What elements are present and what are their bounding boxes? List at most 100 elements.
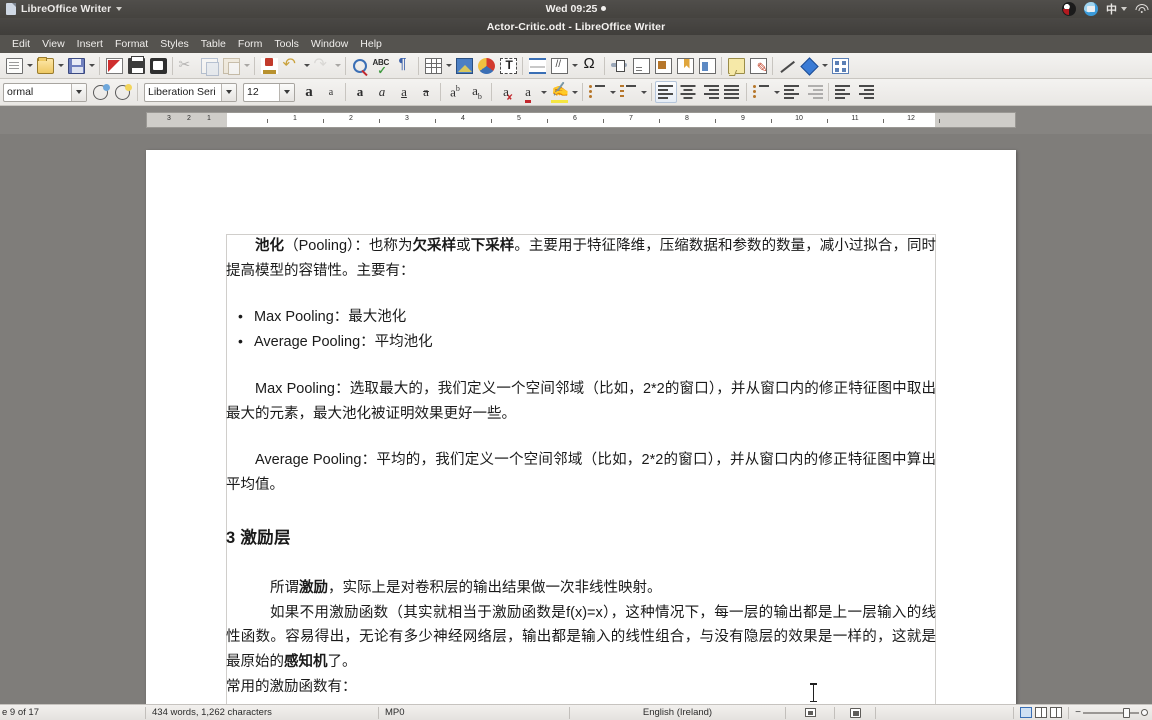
insert-hyperlink-button[interactable] <box>608 55 630 77</box>
insert-endnote-button[interactable] <box>652 55 674 77</box>
insert-footnote-button[interactable] <box>630 55 652 77</box>
multi-page-view-icon[interactable] <box>1035 707 1047 718</box>
undo-button[interactable] <box>280 54 302 77</box>
increase-indent-button[interactable] <box>832 81 854 103</box>
ordered-list-button[interactable] <box>617 81 639 103</box>
align-center-button[interactable] <box>677 81 699 103</box>
print-button[interactable] <box>125 55 147 77</box>
single-page-view-icon[interactable] <box>1020 707 1032 718</box>
new-document-button[interactable] <box>3 55 25 77</box>
insert-page-break-button[interactable] <box>526 55 548 77</box>
font-name-dropdown[interactable] <box>221 83 236 101</box>
highlight-color-button[interactable] <box>548 81 570 103</box>
insert-cross-reference-button[interactable] <box>696 55 718 77</box>
align-justified-button[interactable] <box>721 81 743 103</box>
menu-item-table[interactable]: Table <box>195 36 232 53</box>
selection-mode-status[interactable] <box>786 705 834 720</box>
paragraph-spacing-button[interactable] <box>781 81 803 103</box>
insert-bookmark-button[interactable] <box>674 55 696 77</box>
document-canvas[interactable]: 池化（Pooling）：也称为欠采样或下采样。主要用于特征降维，压缩数据和参数的… <box>0 134 1152 704</box>
track-changes-button[interactable] <box>747 55 769 77</box>
insert-table-button[interactable] <box>422 55 444 77</box>
new-style-button[interactable] <box>112 81 134 103</box>
print-preview-button[interactable] <box>147 55 169 77</box>
increase-font-size-button[interactable]: a <box>298 81 320 103</box>
zoom-slider[interactable]: − <box>1069 707 1152 718</box>
wifi-indicator-icon[interactable] <box>1135 3 1148 15</box>
line-spacing-button[interactable] <box>750 81 772 103</box>
menu-item-styles[interactable]: Styles <box>154 36 195 53</box>
unordered-list-button[interactable] <box>586 81 608 103</box>
zoom-out-button[interactable]: − <box>1073 707 1083 718</box>
align-left-button[interactable] <box>655 81 677 103</box>
save-button[interactable] <box>65 55 87 77</box>
menu-item-format[interactable]: Format <box>109 36 154 53</box>
panel-clock[interactable]: Wed 09:25 <box>0 3 1152 15</box>
basic-shapes-dropdown[interactable] <box>820 55 829 77</box>
insert-image-button[interactable] <box>453 55 475 77</box>
book-view-icon[interactable] <box>1050 707 1062 718</box>
input-method-indicator-icon[interactable]: 中 <box>1106 1 1127 17</box>
font-color-button[interactable]: a <box>517 81 539 103</box>
digital-signature-status[interactable] <box>876 705 996 720</box>
align-right-button[interactable] <box>699 81 721 103</box>
menu-item-form[interactable]: Form <box>232 36 269 53</box>
find-replace-button[interactable] <box>349 55 371 77</box>
bold-button[interactable]: a <box>349 81 371 103</box>
insert-text-box-button[interactable] <box>497 55 519 77</box>
decrease-font-size-button[interactable]: a <box>320 81 342 103</box>
insert-comment-button[interactable] <box>725 55 747 77</box>
open-dropdown[interactable] <box>56 55 65 77</box>
spelling-button[interactable] <box>371 55 393 77</box>
insert-table-dropdown[interactable] <box>444 55 453 77</box>
subscript-button[interactable]: a <box>466 81 488 103</box>
page-number-status[interactable]: e 9 of 17 <box>0 705 145 720</box>
dropbox-indicator-icon[interactable] <box>1062 2 1076 16</box>
ordered-list-dropdown[interactable] <box>639 81 648 103</box>
document-text[interactable]: 池化（Pooling）：也称为欠采样或下采样。主要用于特征降维，压缩数据和参数的… <box>226 234 936 699</box>
undo-dropdown[interactable] <box>302 55 311 77</box>
menu-item-window[interactable]: Window <box>305 36 354 53</box>
show-draw-functions-button[interactable] <box>829 55 851 77</box>
menu-item-help[interactable]: Help <box>354 36 388 53</box>
superscript-button[interactable]: a <box>444 81 466 103</box>
menu-item-edit[interactable]: Edit <box>6 36 36 53</box>
save-dropdown[interactable] <box>87 55 96 77</box>
export-pdf-button[interactable] <box>103 55 125 77</box>
menu-item-tools[interactable]: Tools <box>268 36 305 53</box>
document-page[interactable]: 池化（Pooling）：也称为欠采样或下采样。主要用于特征降维，压缩数据和参数的… <box>146 150 1016 704</box>
menu-item-view[interactable]: View <box>36 36 71 53</box>
hanging-indent-button[interactable] <box>854 81 876 103</box>
network-globe-indicator-icon[interactable] <box>1084 2 1098 16</box>
language-status[interactable]: English (Ireland) <box>570 705 785 720</box>
formatting-marks-button[interactable] <box>393 55 415 77</box>
update-style-button[interactable] <box>90 81 112 103</box>
font-size-combo[interactable]: 12 <box>243 82 295 102</box>
page-style-status[interactable]: MP0 <box>379 705 569 720</box>
insert-line-button[interactable] <box>776 55 798 77</box>
zoom-thumb[interactable] <box>1123 707 1130 718</box>
horizontal-ruler[interactable]: 3 2 1 1 2 3 4 5 6 7 8 9 10 11 12 <box>146 112 1016 128</box>
paragraph-style-combo[interactable]: ormal <box>3 82 87 102</box>
strikethrough-button[interactable]: a <box>415 81 437 103</box>
open-button[interactable] <box>34 55 56 77</box>
clone-formatting-button[interactable] <box>258 55 280 77</box>
new-document-dropdown[interactable] <box>25 55 34 77</box>
underline-button[interactable]: a <box>393 81 415 103</box>
zoom-in-button[interactable] <box>1141 709 1148 716</box>
save-status[interactable] <box>835 705 875 720</box>
insert-special-character-button[interactable] <box>579 55 601 77</box>
font-name-combo[interactable]: Liberation Seri <box>144 82 237 102</box>
insert-chart-button[interactable] <box>475 55 497 77</box>
menu-item-insert[interactable]: Insert <box>71 36 109 53</box>
zoom-track[interactable] <box>1083 707 1139 718</box>
font-color-dropdown[interactable] <box>539 81 548 103</box>
insert-field-dropdown[interactable] <box>570 55 579 77</box>
font-size-dropdown[interactable] <box>279 83 294 101</box>
word-count-status[interactable]: 434 words, 1,262 characters <box>146 705 378 720</box>
insert-field-button[interactable] <box>548 55 570 77</box>
highlight-color-dropdown[interactable] <box>570 81 579 103</box>
italic-button[interactable]: a <box>371 81 393 103</box>
clear-formatting-button[interactable]: a <box>495 81 517 103</box>
unordered-list-dropdown[interactable] <box>608 81 617 103</box>
